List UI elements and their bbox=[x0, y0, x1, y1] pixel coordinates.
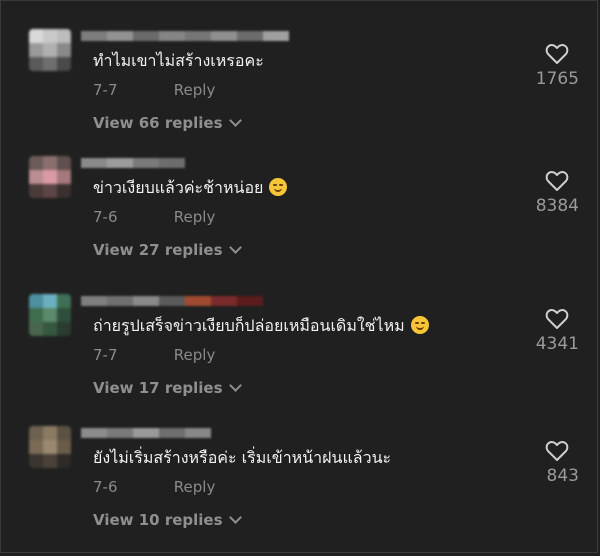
comment-item: ถ่ายรูปเสร็จข่าวเงียบก็ปล่อยเหมือนเดิมใช… bbox=[1, 294, 600, 424]
like-count: 1765 bbox=[535, 69, 579, 89]
avatar[interactable] bbox=[29, 156, 71, 198]
comment-date: 7-6 bbox=[93, 208, 118, 226]
avatar[interactable] bbox=[29, 294, 71, 336]
reply-button[interactable]: Reply bbox=[174, 346, 216, 364]
like-count: 4341 bbox=[535, 334, 579, 354]
reply-button[interactable]: Reply bbox=[174, 478, 216, 496]
comment-meta: 7-7 Reply bbox=[93, 81, 215, 99]
comment-text: ข่าวเงียบแล้วค่ะช้าหน่อย bbox=[93, 176, 288, 201]
username-blurred[interactable] bbox=[81, 31, 289, 41]
comment-date: 7-6 bbox=[93, 478, 118, 496]
like-button[interactable]: 8384 bbox=[519, 170, 579, 216]
like-button[interactable]: 4341 bbox=[519, 308, 579, 354]
chevron-down-icon bbox=[228, 114, 242, 127]
heart-icon[interactable] bbox=[545, 440, 569, 462]
heart-icon[interactable] bbox=[545, 43, 569, 65]
reply-button[interactable]: Reply bbox=[174, 81, 216, 99]
like-count: 8384 bbox=[535, 196, 579, 216]
view-replies-button[interactable]: View 66 replies bbox=[93, 114, 242, 132]
like-button[interactable]: 1765 bbox=[519, 43, 579, 89]
sweat-smile-emoji-icon bbox=[410, 316, 429, 334]
comment-text: ยังไม่เริ่มสร้างหรือค่ะ เริ่มเข้าหน้าฝนแ… bbox=[93, 448, 392, 467]
comment-meta: 7-7 Reply bbox=[93, 346, 215, 364]
username-blurred[interactable] bbox=[81, 158, 185, 168]
avatar[interactable] bbox=[29, 426, 71, 468]
comment-meta: 7-6 Reply bbox=[93, 478, 215, 496]
view-replies-button[interactable]: View 27 replies bbox=[93, 241, 242, 259]
username-blurred[interactable] bbox=[81, 428, 211, 438]
comments-panel: ทำไมเขาไม่สร้างเหรอคะ 7-7 Reply View 66 … bbox=[0, 0, 598, 553]
comment-date: 7-7 bbox=[93, 81, 118, 99]
like-button[interactable]: 843 bbox=[519, 440, 579, 486]
comment-item: ข่าวเงียบแล้วค่ะช้าหน่อย 7-6 Reply View … bbox=[1, 156, 600, 286]
comment-item: ยังไม่เริ่มสร้างหรือค่ะ เริ่มเข้าหน้าฝนแ… bbox=[1, 426, 600, 556]
view-replies-button[interactable]: View 10 replies bbox=[93, 511, 242, 529]
avatar[interactable] bbox=[29, 29, 71, 71]
comment-date: 7-7 bbox=[93, 346, 118, 364]
like-count: 843 bbox=[546, 466, 579, 486]
chevron-down-icon bbox=[228, 511, 242, 524]
heart-icon[interactable] bbox=[545, 308, 569, 330]
chevron-down-icon bbox=[228, 241, 242, 254]
comment-meta: 7-6 Reply bbox=[93, 208, 215, 226]
reply-button[interactable]: Reply bbox=[174, 208, 216, 226]
laughing-emoji-icon bbox=[269, 178, 288, 196]
view-replies-button[interactable]: View 17 replies bbox=[93, 379, 242, 397]
chevron-down-icon bbox=[228, 379, 242, 392]
heart-icon[interactable] bbox=[545, 170, 569, 192]
comment-text: ทำไมเขาไม่สร้างเหรอคะ bbox=[93, 51, 264, 70]
comment-item: ทำไมเขาไม่สร้างเหรอคะ 7-7 Reply View 66 … bbox=[1, 29, 600, 159]
username-blurred[interactable] bbox=[81, 296, 263, 306]
comment-text: ถ่ายรูปเสร็จข่าวเงียบก็ปล่อยเหมือนเดิมใช… bbox=[93, 314, 429, 339]
